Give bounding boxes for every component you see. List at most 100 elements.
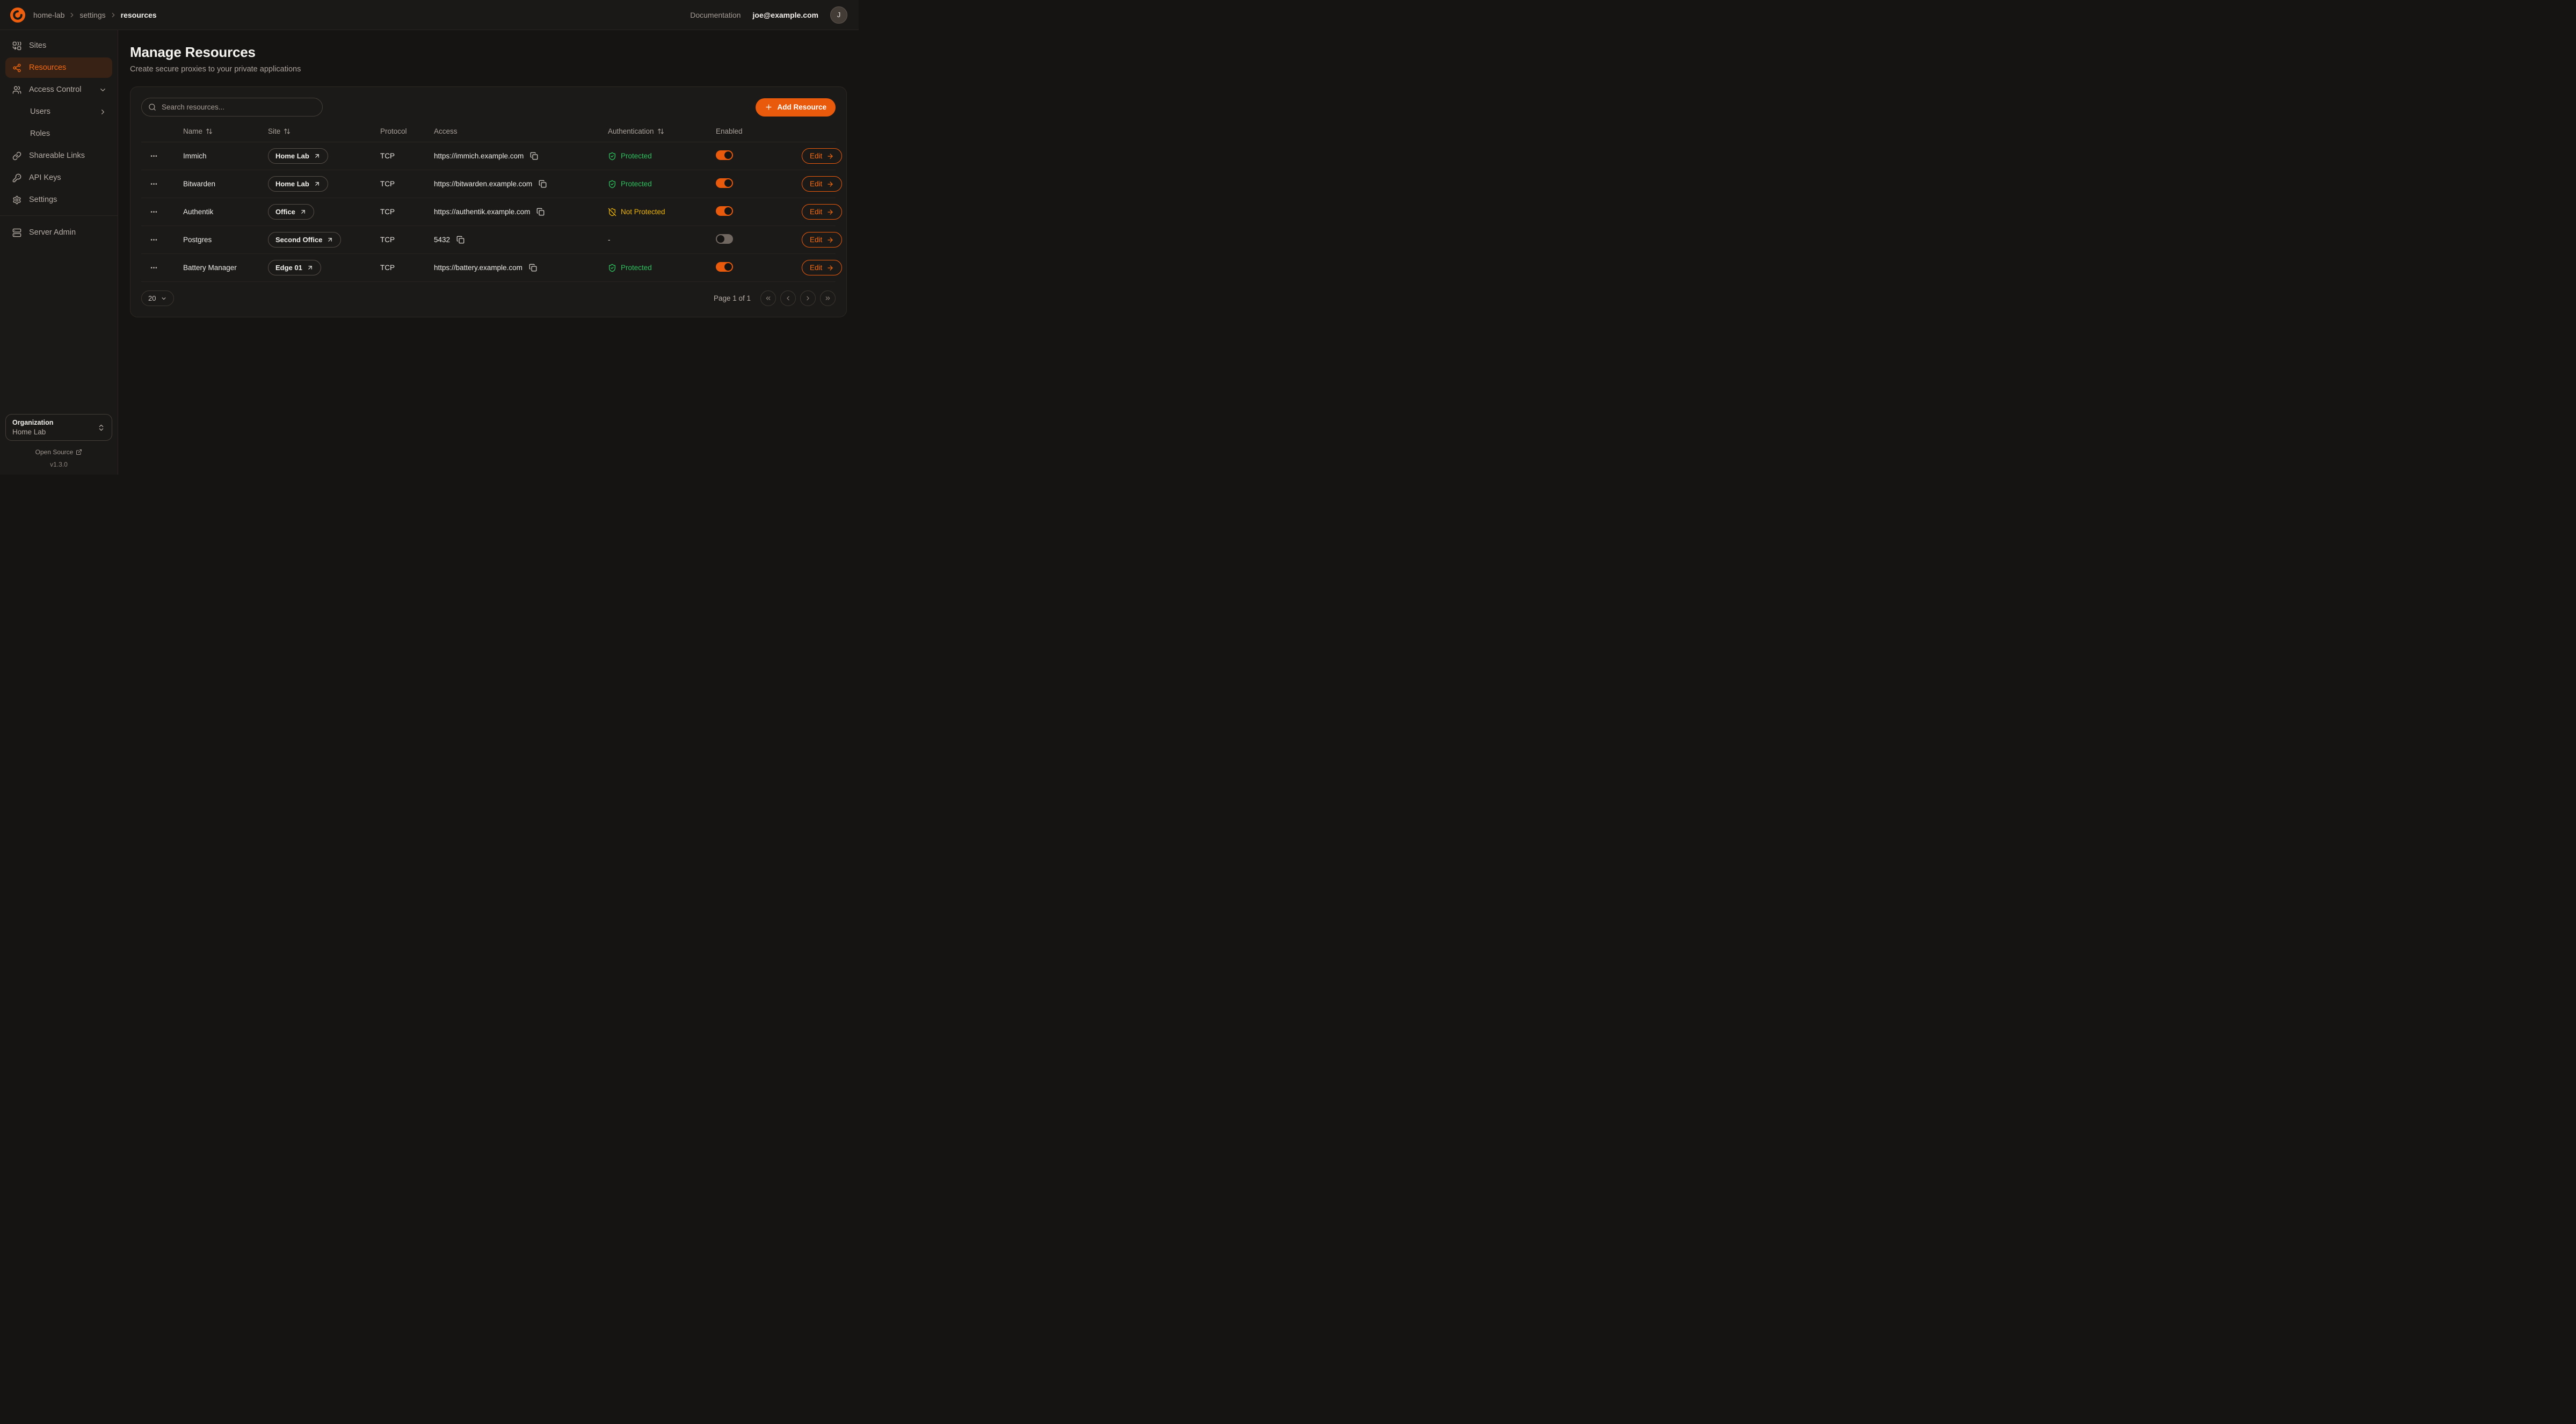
edit-button[interactable]: Edit (802, 176, 842, 192)
copy-button[interactable] (535, 207, 546, 217)
first-page-button[interactable] (760, 290, 776, 306)
column-header-protocol: Protocol (380, 127, 434, 135)
protocol-value: TCP (380, 152, 434, 160)
organization-value: Home Lab (12, 428, 97, 436)
copy-button[interactable] (455, 235, 466, 245)
link-icon (12, 151, 21, 161)
page-size-select[interactable]: 20 (141, 290, 174, 306)
edit-button[interactable]: Edit (802, 204, 842, 220)
enabled-toggle[interactable] (716, 150, 733, 160)
site-link[interactable]: Office (268, 204, 314, 220)
sidebar-item-server-admin[interactable]: Server Admin (5, 222, 112, 243)
main-content: Manage Resources Create secure proxies t… (118, 30, 859, 475)
resource-name: Battery Manager (183, 264, 268, 272)
plus-icon (765, 103, 773, 111)
documentation-link[interactable]: Documentation (690, 11, 741, 19)
page-subtitle: Create secure proxies to your private ap… (130, 65, 847, 74)
sidebar-item-resources[interactable]: Resources (5, 57, 112, 78)
add-resource-button[interactable]: Add Resource (756, 98, 836, 117)
copy-icon (530, 152, 538, 160)
table-row: Battery Manager Edge 01 TCP https://batt… (141, 254, 836, 282)
row-menu-button[interactable] (148, 178, 160, 190)
previous-page-button[interactable] (780, 290, 796, 306)
access-port: 5432 (434, 236, 450, 244)
ellipsis-icon (150, 180, 158, 188)
site-link[interactable]: Home Lab (268, 176, 328, 192)
row-menu-button[interactable] (148, 150, 160, 162)
auth-status: Not Protected (608, 208, 716, 216)
edit-button[interactable]: Edit (802, 260, 842, 275)
toggle-knob (724, 151, 732, 159)
sidebar-item-label: API Keys (29, 173, 61, 182)
users-icon (12, 85, 21, 95)
copy-button[interactable] (529, 151, 539, 161)
sidebar-item-sites[interactable]: Sites (5, 35, 112, 56)
organization-selector[interactable]: Organization Home Lab (5, 414, 112, 441)
sort-icon (657, 128, 664, 135)
table-row: Bitwarden Home Lab TCP https://bitwarden… (141, 170, 836, 198)
edit-button[interactable]: Edit (802, 148, 842, 164)
enabled-toggle[interactable] (716, 234, 733, 244)
site-link[interactable]: Home Lab (268, 148, 328, 164)
arrow-right-icon (826, 208, 834, 216)
ellipsis-icon (150, 152, 158, 160)
sidebar-item-access-control[interactable]: Access Control (5, 79, 112, 100)
table-row: Authentik Office TCP https://authentik.e… (141, 198, 836, 226)
column-header-name[interactable]: Name (183, 127, 268, 135)
pangolin-logo[interactable] (9, 6, 27, 24)
protocol-value: TCP (380, 208, 434, 216)
protocol-value: TCP (380, 264, 434, 272)
row-menu-button[interactable] (148, 261, 160, 274)
site-link[interactable]: Edge 01 (268, 260, 321, 275)
site-link[interactable]: Second Office (268, 232, 341, 248)
copy-button[interactable] (528, 263, 538, 273)
sidebar-item-label: Sites (29, 41, 46, 50)
access-url: https://authentik.example.com (434, 208, 530, 216)
protocol-value: TCP (380, 236, 434, 244)
sidebar-item-settings[interactable]: Settings (5, 190, 112, 210)
shield-check-icon (608, 180, 616, 188)
next-page-button[interactable] (800, 290, 816, 306)
column-header-authentication[interactable]: Authentication (608, 127, 716, 135)
row-menu-button[interactable] (148, 234, 160, 246)
enabled-toggle[interactable] (716, 262, 733, 272)
sidebar-item-api-keys[interactable]: API Keys (5, 168, 112, 188)
arrow-up-right-icon (300, 208, 307, 215)
edit-button[interactable]: Edit (802, 232, 842, 248)
last-page-button[interactable] (820, 290, 836, 306)
chevron-down-icon (99, 86, 107, 94)
user-email[interactable]: joe@example.com (752, 11, 818, 19)
search-icon (148, 103, 156, 111)
chevron-right-icon (68, 11, 76, 19)
sidebar-item-shareable-links[interactable]: Shareable Links (5, 146, 112, 166)
page-title: Manage Resources (130, 44, 847, 61)
pangolin-logo-icon (9, 6, 27, 24)
sidebar-item-users[interactable]: Users (5, 101, 112, 122)
organization-label: Organization (12, 419, 97, 426)
toggle-knob (724, 179, 732, 187)
breadcrumb-settings[interactable]: settings (79, 11, 105, 19)
table-footer: 20 Page 1 of 1 (141, 290, 836, 306)
gear-icon (12, 195, 21, 205)
avatar[interactable]: J (830, 6, 847, 24)
chevron-right-icon (804, 295, 811, 302)
column-header-enabled: Enabled (716, 127, 802, 135)
arrow-right-icon (826, 180, 834, 188)
enabled-toggle[interactable] (716, 206, 733, 216)
open-source-link[interactable]: Open Source (5, 448, 112, 456)
breadcrumb: home-lab settings resources (33, 11, 157, 19)
arrow-up-right-icon (326, 236, 333, 243)
sidebar-item-roles[interactable]: Roles (5, 123, 112, 144)
page-indicator: Page 1 of 1 (714, 294, 751, 302)
toggle-knob (724, 207, 732, 215)
server-icon (12, 228, 21, 237)
enabled-toggle[interactable] (716, 178, 733, 188)
sort-icon (284, 128, 291, 135)
search-input[interactable] (141, 98, 323, 117)
external-link-icon (76, 449, 82, 455)
row-menu-button[interactable] (148, 206, 160, 218)
column-header-site[interactable]: Site (268, 127, 380, 135)
breadcrumb-org[interactable]: home-lab (33, 11, 64, 19)
copy-button[interactable] (538, 179, 548, 189)
chevrons-right-icon (824, 295, 831, 302)
